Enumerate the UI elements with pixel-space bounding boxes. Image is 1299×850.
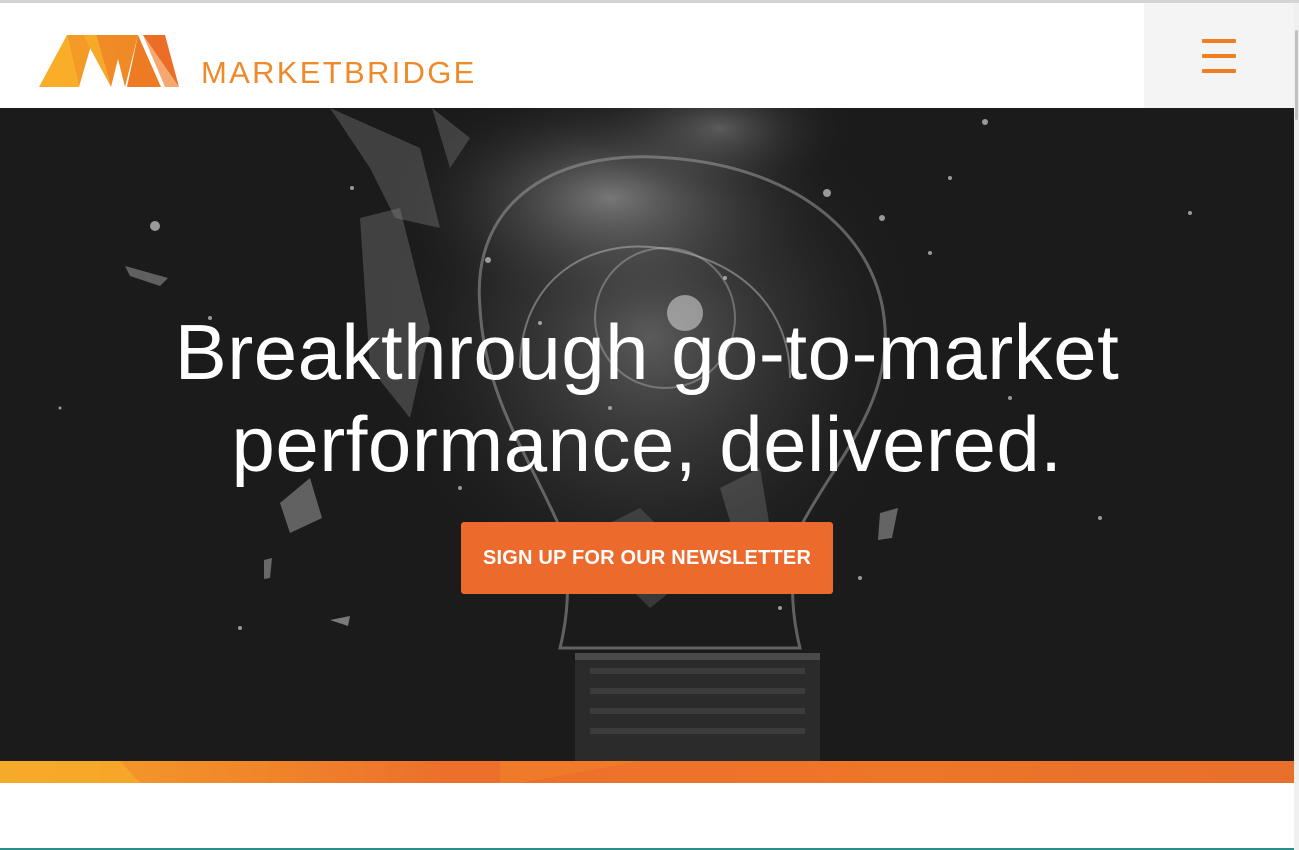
page: MARKETBRIDGE Breakthrough go-to-market p… (0, 0, 1299, 850)
newsletter-signup-button[interactable]: SIGN UP FOR OUR NEWSLETTER (461, 522, 833, 594)
marketbridge-logo-mark-icon (39, 35, 179, 87)
menu-button[interactable] (1144, 3, 1294, 108)
hero-headline: Breakthrough go-to-market performance, d… (0, 306, 1294, 490)
hamburger-menu-icon (1202, 38, 1236, 73)
hero-headline-line-1: Breakthrough go-to-market (174, 308, 1120, 396)
page-scrollbar[interactable] (1294, 3, 1299, 850)
site-header: MARKETBRIDGE (0, 3, 1294, 108)
content-section (0, 783, 1294, 850)
logo-wordmark: MARKETBRIDGE (201, 55, 477, 90)
scrollbar-thumb[interactable] (1295, 30, 1298, 120)
orange-accent-band (0, 761, 1294, 783)
hero-banner: Breakthrough go-to-market performance, d… (0, 108, 1294, 761)
hero-headline-line-2: performance, delivered. (231, 400, 1063, 488)
marketbridge-logo[interactable]: MARKETBRIDGE (39, 31, 489, 90)
